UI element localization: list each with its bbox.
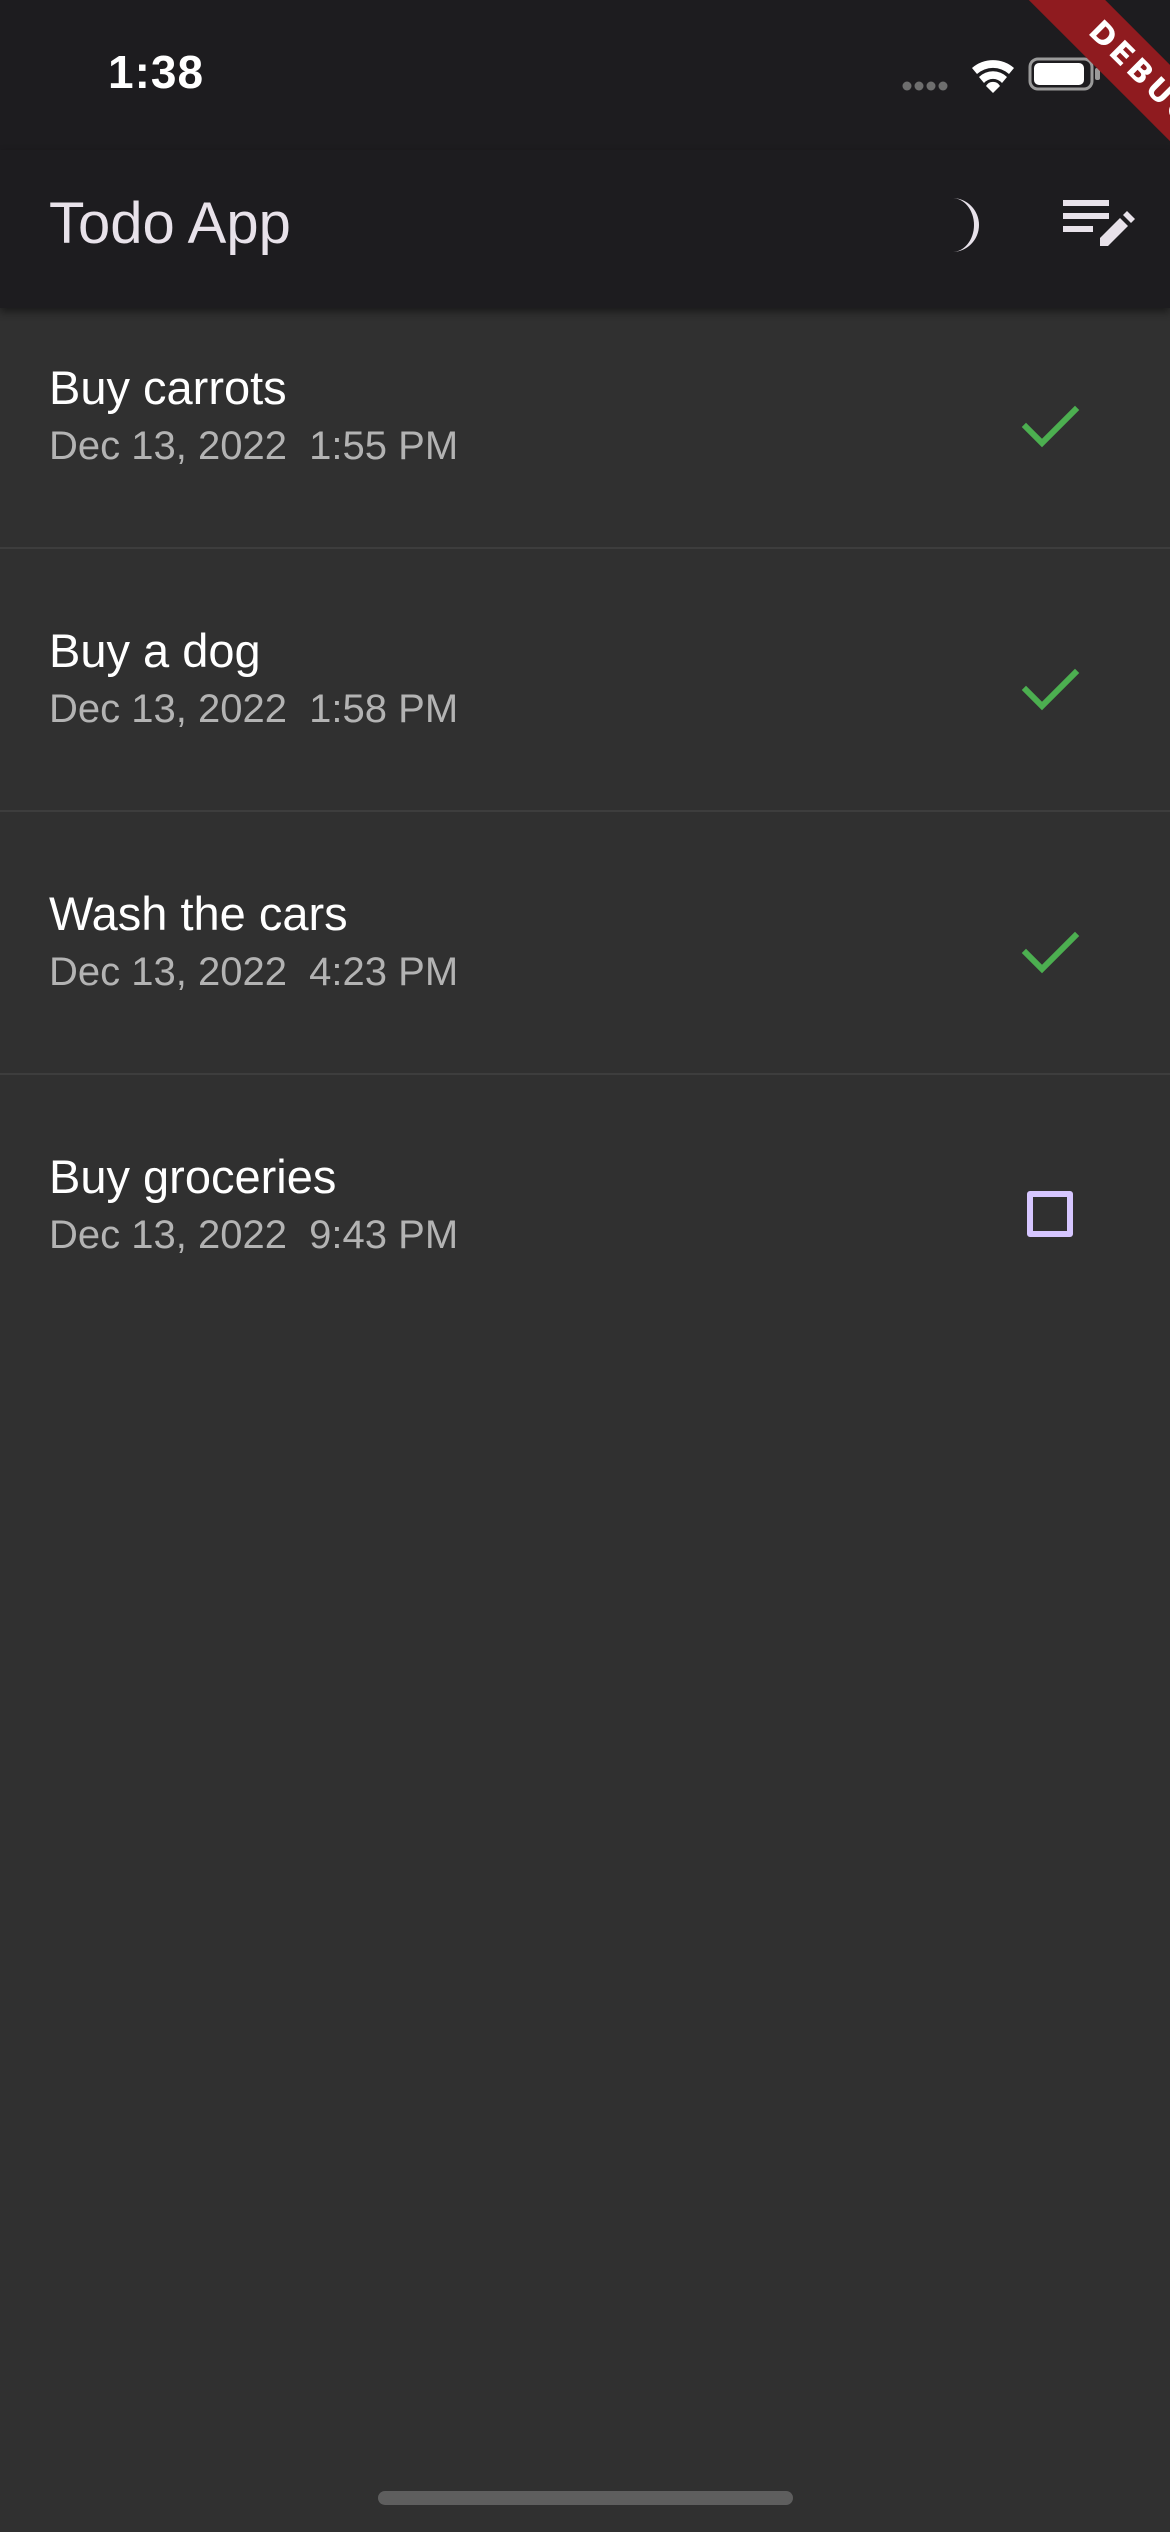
todo-toggle[interactable] <box>1015 916 1085 986</box>
todo-item[interactable]: Buy groceries Dec 13, 2022 9:43 PM <box>0 1075 1170 1338</box>
todo-title: Buy carrots <box>49 361 287 414</box>
todo-checkbox[interactable] <box>1015 1179 1085 1249</box>
todo-date: Dec 13, 2022 9:43 PM <box>49 1213 459 1257</box>
todo-item[interactable]: Buy carrots Dec 13, 2022 1:55 PM <box>0 308 1170 549</box>
todo-title: Wash the cars <box>49 887 348 940</box>
todo-date: Dec 13, 2022 1:55 PM <box>49 424 459 468</box>
theme-toggle-button[interactable] <box>907 180 997 270</box>
check-icon <box>1021 405 1080 448</box>
status-icons <box>870 50 1170 100</box>
todo-item[interactable]: Wash the cars Dec 13, 2022 4:23 PM <box>0 812 1170 1075</box>
battery-icon <box>1028 57 1100 91</box>
todo-date: Dec 13, 2022 1:58 PM <box>49 687 459 731</box>
todo-toggle[interactable] <box>1015 653 1085 723</box>
status-icons-svg <box>902 57 1100 93</box>
todo-date: Dec 13, 2022 4:23 PM <box>49 950 459 994</box>
todo-title: Buy a dog <box>49 624 261 677</box>
status-time: 1:38 <box>108 46 205 98</box>
todo-list: Buy carrots Dec 13, 2022 1:55 PM Buy a d… <box>0 308 1170 1338</box>
wifi-icon <box>972 60 1014 93</box>
todo-toggle[interactable] <box>1015 390 1085 460</box>
app-bar: Todo App <box>0 150 1170 308</box>
check-icon <box>1021 668 1080 711</box>
todo-item[interactable]: Buy a dog Dec 13, 2022 1:58 PM <box>0 549 1170 812</box>
checkbox-unchecked-icon <box>1027 1191 1073 1237</box>
home-indicator[interactable] <box>378 2491 793 2505</box>
status-bar: 1:38 <box>0 0 1170 150</box>
signal-dots-icon <box>902 81 948 91</box>
todo-title: Buy groceries <box>49 1150 337 1203</box>
moon-icon <box>952 198 979 252</box>
edit-list-button[interactable] <box>1052 180 1142 270</box>
edit-list-icon <box>1063 200 1135 246</box>
app-title: Todo App <box>49 191 291 256</box>
check-icon <box>1021 931 1080 974</box>
